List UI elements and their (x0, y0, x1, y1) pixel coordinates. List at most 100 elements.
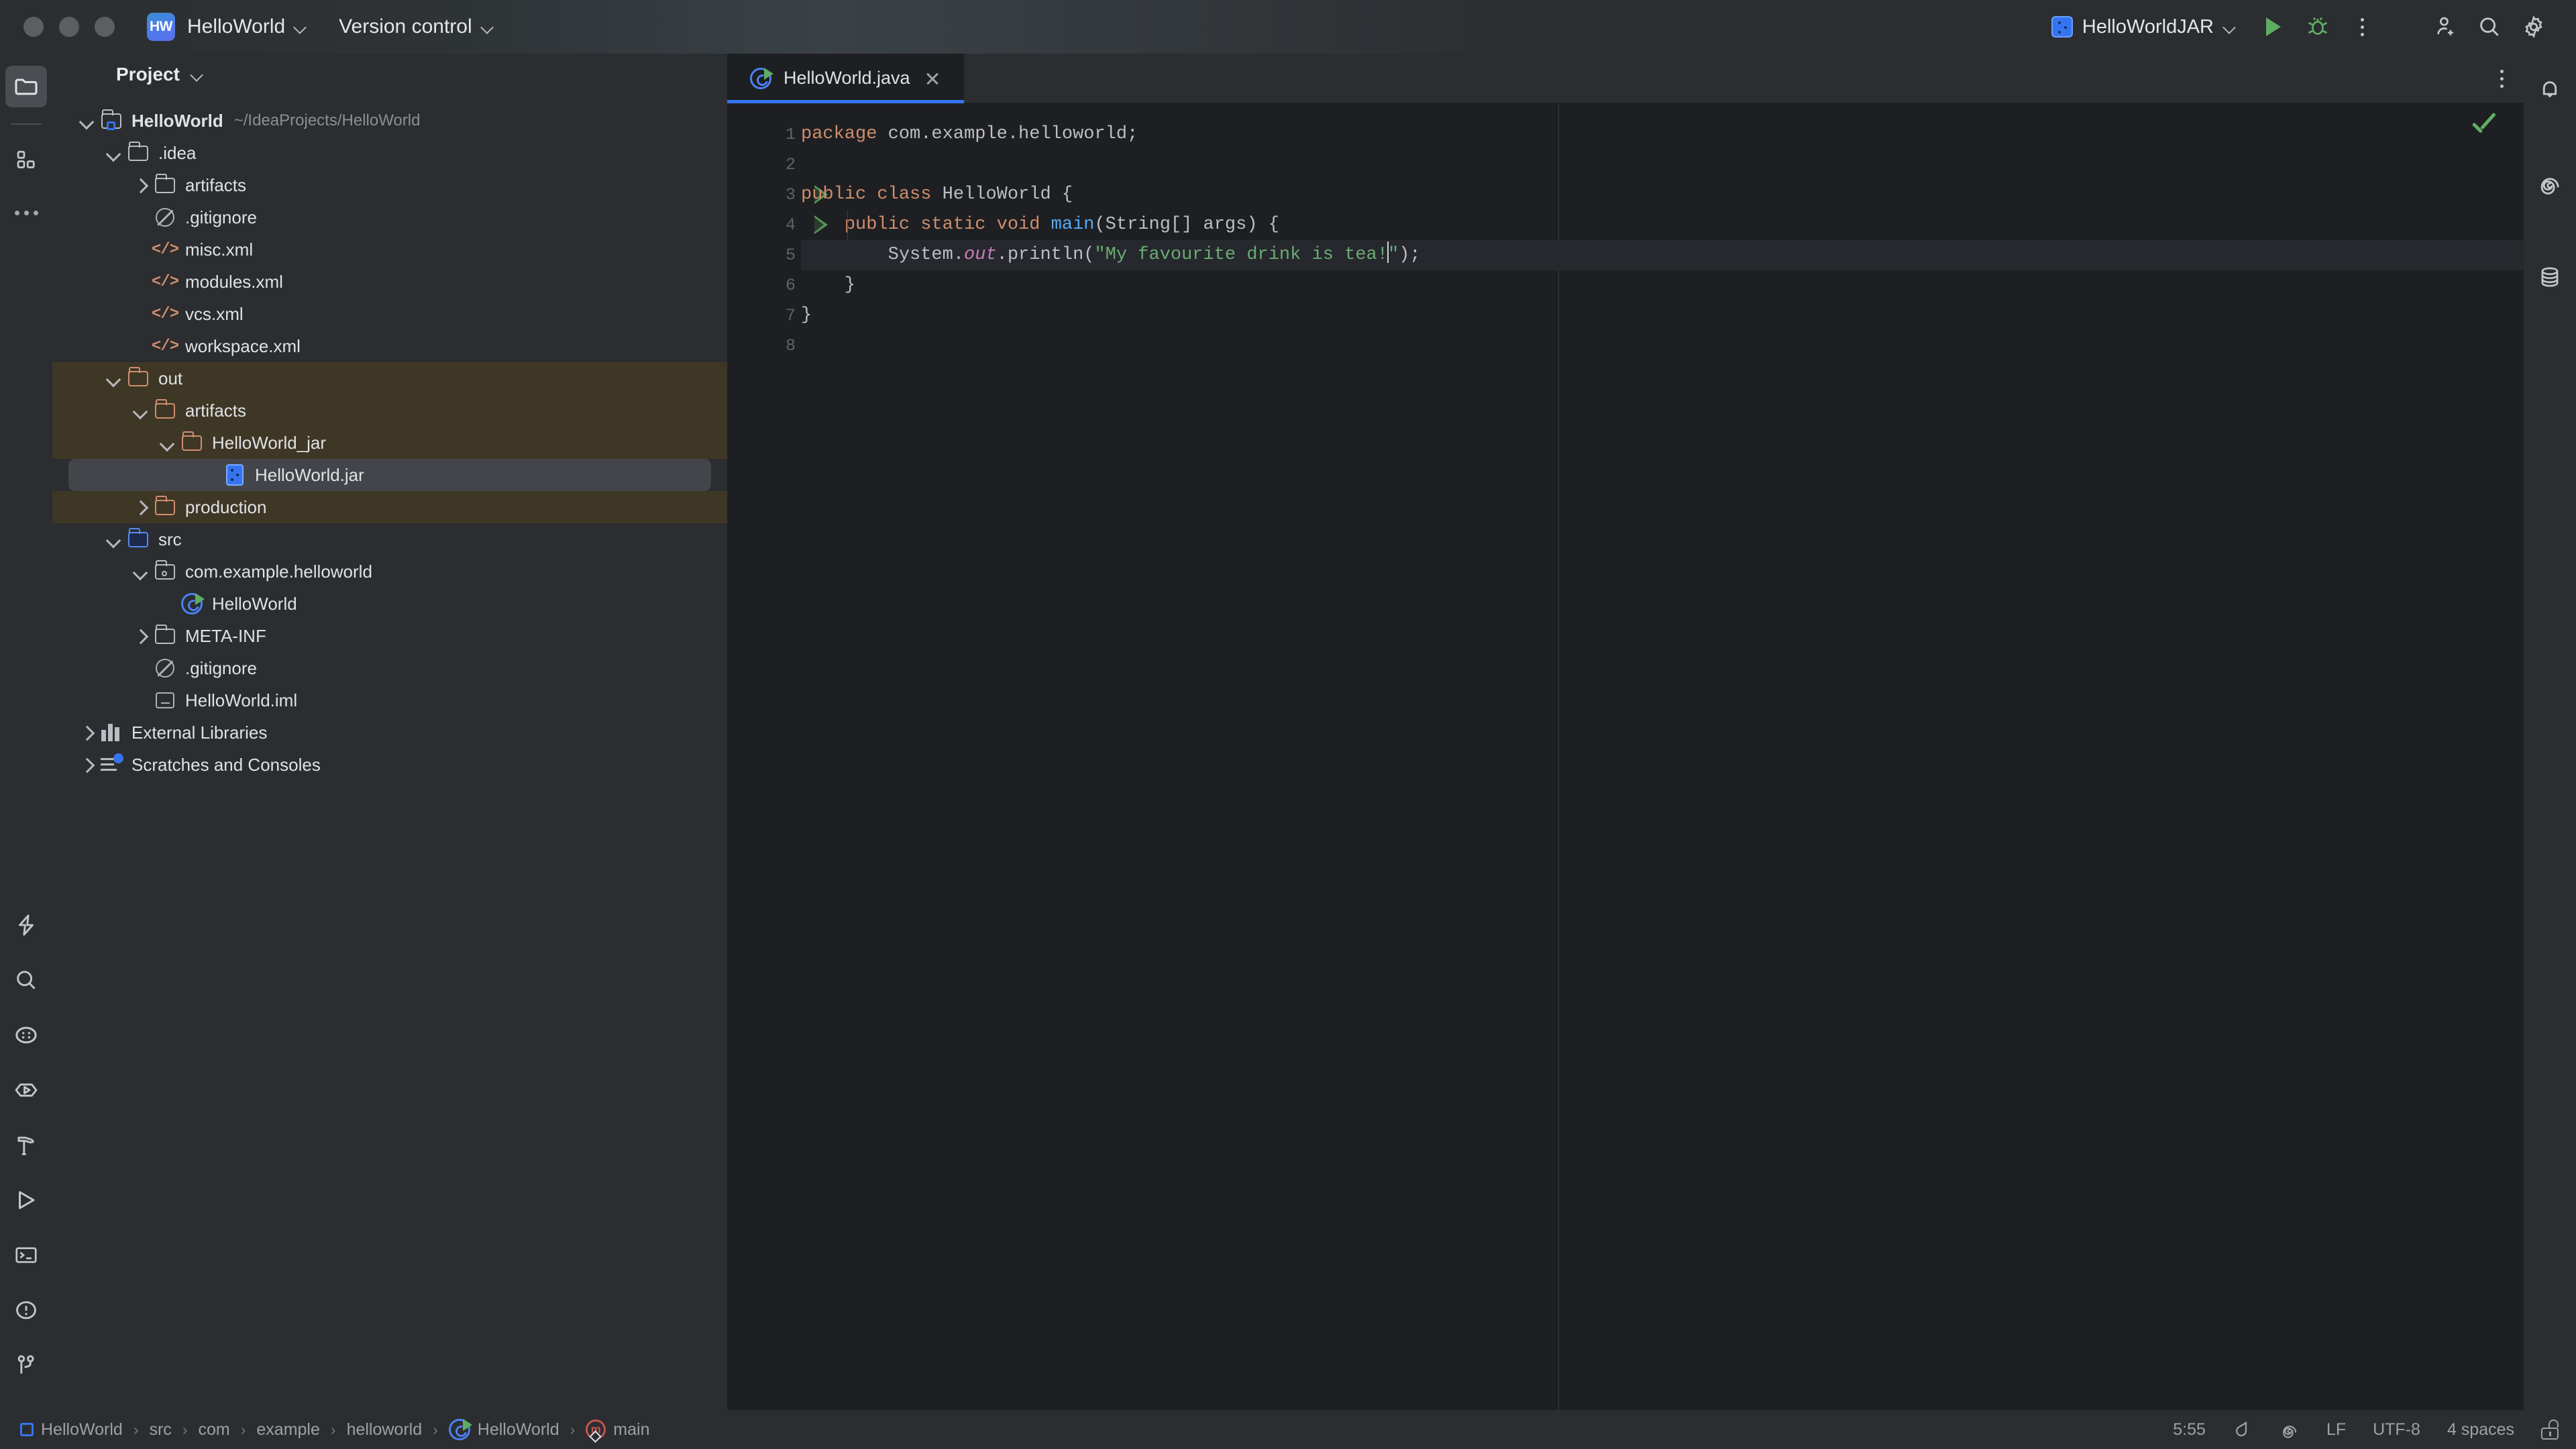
project-tree[interactable]: HelloWorld~/IdeaProjects/HelloWorld.idea… (52, 95, 727, 1410)
code-line[interactable]: System.out.println("My favourite drink i… (801, 240, 2524, 270)
close-button[interactable] (23, 17, 44, 37)
tree-item[interactable]: HelloWorld.iml (52, 684, 727, 716)
code-line[interactable] (801, 150, 2524, 180)
editor-gutter[interactable]: 12345678 (727, 103, 801, 1410)
tree-item[interactable]: .gitignore (52, 201, 727, 233)
sidebar-item-project[interactable] (5, 66, 47, 107)
sidebar-item-run[interactable] (5, 1179, 47, 1221)
gutter-line[interactable]: 3 (727, 180, 801, 210)
tree-item[interactable]: HelloWorld_jar (52, 427, 727, 459)
chevron-right-icon[interactable] (75, 753, 98, 776)
breadcrumb-item[interactable]: mmain (586, 1419, 649, 1440)
gutter-line[interactable]: 6 (727, 270, 801, 301)
breadcrumb-item[interactable]: example (256, 1420, 320, 1440)
code-line[interactable]: } (801, 301, 2524, 331)
breadcrumb-item[interactable]: com (198, 1420, 229, 1440)
ai-status-icon[interactable] (2279, 1419, 2300, 1440)
gutter-line[interactable]: 2 (727, 150, 801, 180)
window-controls[interactable] (0, 17, 115, 37)
breadcrumb-item[interactable]: src (149, 1420, 171, 1440)
caret-position[interactable]: 5:55 (2173, 1420, 2206, 1440)
tree-item[interactable]: HelloWorld.jar (52, 459, 727, 491)
tree-item[interactable]: out (52, 362, 727, 394)
tab-helloworld-java[interactable]: HelloWorld.java (727, 54, 964, 103)
tree-item[interactable]: src (52, 523, 727, 555)
minimize-button[interactable] (59, 17, 79, 37)
tree-item[interactable]: META-INF (52, 620, 727, 652)
sidebar-item-find[interactable] (5, 959, 47, 1001)
sidebar-item-database[interactable] (2529, 256, 2571, 298)
sidebar-item-version-control[interactable] (5, 1344, 47, 1386)
run-configuration-selector[interactable]: HelloWorldJAR (2051, 16, 2237, 38)
tree-item[interactable]: </>workspace.xml (52, 330, 727, 362)
sidebar-item-ai-assistant[interactable] (5, 904, 47, 946)
sidebar-item-structure[interactable] (5, 140, 47, 181)
tree-item[interactable]: </>modules.xml (52, 266, 727, 298)
power-save-icon[interactable] (2233, 1419, 2253, 1440)
file-encoding[interactable]: UTF-8 (2373, 1420, 2420, 1440)
chevron-down-icon[interactable] (156, 431, 178, 454)
gutter-line[interactable]: 5 (727, 240, 801, 270)
chevron-down-icon[interactable] (129, 560, 152, 583)
project-menu[interactable]: HelloWorld (187, 15, 307, 38)
status-badge[interactable] (2469, 113, 2500, 144)
more-actions-button[interactable] (2340, 5, 2384, 49)
gutter-line[interactable]: 4 (727, 210, 801, 240)
tree-item[interactable]: HelloWorld (52, 588, 727, 620)
chevron-right-icon[interactable] (129, 496, 152, 519)
settings-button[interactable] (2512, 5, 2556, 49)
tree-item[interactable]: artifacts (52, 169, 727, 201)
code-line[interactable]: public static void main(String[] args) { (801, 210, 2524, 240)
breadcrumb-item[interactable]: helloworld (347, 1420, 423, 1440)
tree-item[interactable]: Scratches and Consoles (52, 749, 727, 781)
chevron-down-icon[interactable] (102, 528, 125, 551)
code-editor[interactable]: 12345678 package com.example.helloworld;… (727, 103, 2524, 1410)
debug-button[interactable] (2296, 5, 2340, 49)
run-button[interactable] (2251, 5, 2296, 49)
sidebar-item-plugins[interactable] (5, 1014, 47, 1056)
tree-item[interactable]: production (52, 491, 727, 523)
code-line[interactable]: package com.example.helloworld; (801, 119, 2524, 150)
version-control-menu[interactable]: Version control (339, 15, 494, 38)
close-icon[interactable] (922, 68, 943, 89)
chevron-down-icon[interactable] (75, 109, 98, 132)
breadcrumb[interactable]: HelloWorld›src›com›example›helloworld›He… (0, 1419, 649, 1440)
line-separator[interactable]: LF (2326, 1420, 2346, 1440)
code-line[interactable]: } (801, 270, 2524, 301)
sidebar-item-terminal[interactable] (5, 1234, 47, 1276)
tree-item[interactable]: </>misc.xml (52, 233, 727, 266)
sidebar-item-ai-assistant[interactable] (2529, 162, 2571, 204)
breadcrumb-item[interactable]: HelloWorld (20, 1420, 123, 1440)
code-line[interactable]: public class HelloWorld { (801, 180, 2524, 210)
maximize-button[interactable] (95, 17, 115, 37)
chevron-right-icon[interactable] (75, 721, 98, 744)
tree-item[interactable]: com.example.helloworld (52, 555, 727, 588)
tree-item[interactable]: .gitignore (52, 652, 727, 684)
gutter-line[interactable]: 8 (727, 331, 801, 361)
unlocked-icon[interactable] (2541, 1419, 2559, 1440)
tree-item[interactable]: .idea (52, 137, 727, 169)
tree-item[interactable]: HelloWorld~/IdeaProjects/HelloWorld (52, 105, 727, 137)
gutter-line[interactable]: 1 (727, 119, 801, 150)
gutter-line[interactable]: 7 (727, 301, 801, 331)
sidebar-item-run-anything[interactable] (5, 1069, 47, 1111)
sidebar-item-notifications[interactable] (2529, 68, 2571, 110)
sidebar-item-more[interactable] (5, 192, 47, 233)
chevron-right-icon[interactable] (129, 174, 152, 197)
add-account-button[interactable] (2423, 5, 2467, 49)
tree-item[interactable]: </>vcs.xml (52, 298, 727, 330)
tree-item[interactable]: artifacts (52, 394, 727, 427)
breadcrumb-item[interactable]: HelloWorld (449, 1419, 559, 1440)
editor-options-button[interactable] (2500, 54, 2504, 103)
chevron-down-icon[interactable] (102, 142, 125, 164)
code-line[interactable] (801, 331, 2524, 361)
sidebar-item-problems[interactable] (5, 1289, 47, 1331)
tree-item[interactable]: External Libraries (52, 716, 727, 749)
search-everywhere-button[interactable] (2467, 5, 2512, 49)
editor-code[interactable]: package com.example.helloworld; public cl… (801, 103, 2524, 1410)
chevron-down-icon[interactable] (129, 399, 152, 422)
chevron-right-icon[interactable] (129, 625, 152, 647)
indent-setting[interactable]: 4 spaces (2447, 1420, 2514, 1440)
chevron-down-icon[interactable] (102, 367, 125, 390)
project-panel-header[interactable]: Project (52, 54, 727, 95)
